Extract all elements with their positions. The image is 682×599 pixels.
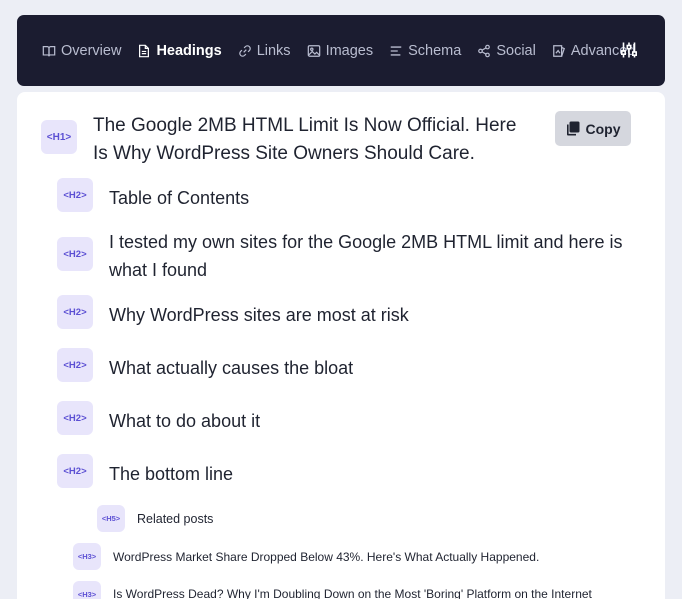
heading-level-badge: <H2>	[57, 295, 93, 329]
heading-text: The Google 2MB HTML Limit Is Now Officia…	[93, 115, 517, 164]
heading-level-badge: <H2>	[57, 454, 93, 488]
align-left-icon	[390, 45, 402, 56]
tab-schema-label: Schema	[408, 42, 462, 59]
book-icon	[42, 45, 56, 56]
heading-text: WordPress Market Share Dropped Below 43%…	[113, 550, 540, 564]
tab-headings[interactable]: Headings	[137, 42, 222, 59]
heading-level-badge: <H2>	[57, 348, 93, 382]
tab-links[interactable]: Links	[238, 43, 291, 59]
heading-text: Is WordPress Dead? Why I'm Doubling Down…	[113, 587, 592, 599]
copy-button-label: Copy	[585, 120, 621, 137]
heading-level-badge: <H3>	[73, 543, 101, 570]
tab-headings-label: Headings	[156, 42, 222, 59]
heading-level-badge: <H3>	[73, 581, 101, 599]
link-icon	[238, 44, 251, 57]
image-icon	[307, 44, 320, 57]
heading-level-badge: <H5>	[97, 505, 125, 532]
heading-level-badge: <H2>	[57, 401, 93, 435]
heading-text: What to do about it	[109, 411, 261, 431]
tab-images[interactable]: Images	[307, 42, 374, 59]
tab-social[interactable]: Social	[477, 43, 536, 59]
document-icon	[139, 44, 150, 57]
heading-level-badge: <H1>	[41, 120, 77, 154]
share-icon	[478, 44, 491, 57]
clipboard-icon	[566, 121, 579, 136]
sliders-icon[interactable]	[620, 41, 638, 59]
flask-icon	[552, 44, 565, 57]
copy-button[interactable]: Copy	[555, 111, 631, 146]
heading-text: The bottom line	[109, 464, 234, 484]
headings-panel: <H1> The Google 2MB HTML Limit Is Now Of…	[17, 92, 665, 599]
tab-social-label: Social	[496, 42, 536, 59]
heading-text: I tested my own sites for the Google 2MB…	[109, 232, 623, 280]
heading-text: Table of Contents	[109, 188, 250, 208]
tab-links-label: Links	[256, 42, 291, 59]
heading-level-badge: <H2>	[57, 237, 93, 271]
tab-overview[interactable]: Overview	[42, 43, 121, 59]
tab-overview-label: Overview	[61, 42, 122, 59]
heading-level-badge: <H2>	[57, 178, 93, 212]
tab-images-label: Images	[325, 42, 374, 59]
top-nav: Overview Headings Links Images Schema So…	[17, 15, 665, 86]
heading-text: Related posts	[137, 512, 214, 526]
heading-text: What actually causes the bloat	[109, 358, 354, 378]
tab-schema[interactable]: Schema	[389, 43, 461, 59]
heading-text: Why WordPress sites are most at risk	[109, 305, 409, 325]
